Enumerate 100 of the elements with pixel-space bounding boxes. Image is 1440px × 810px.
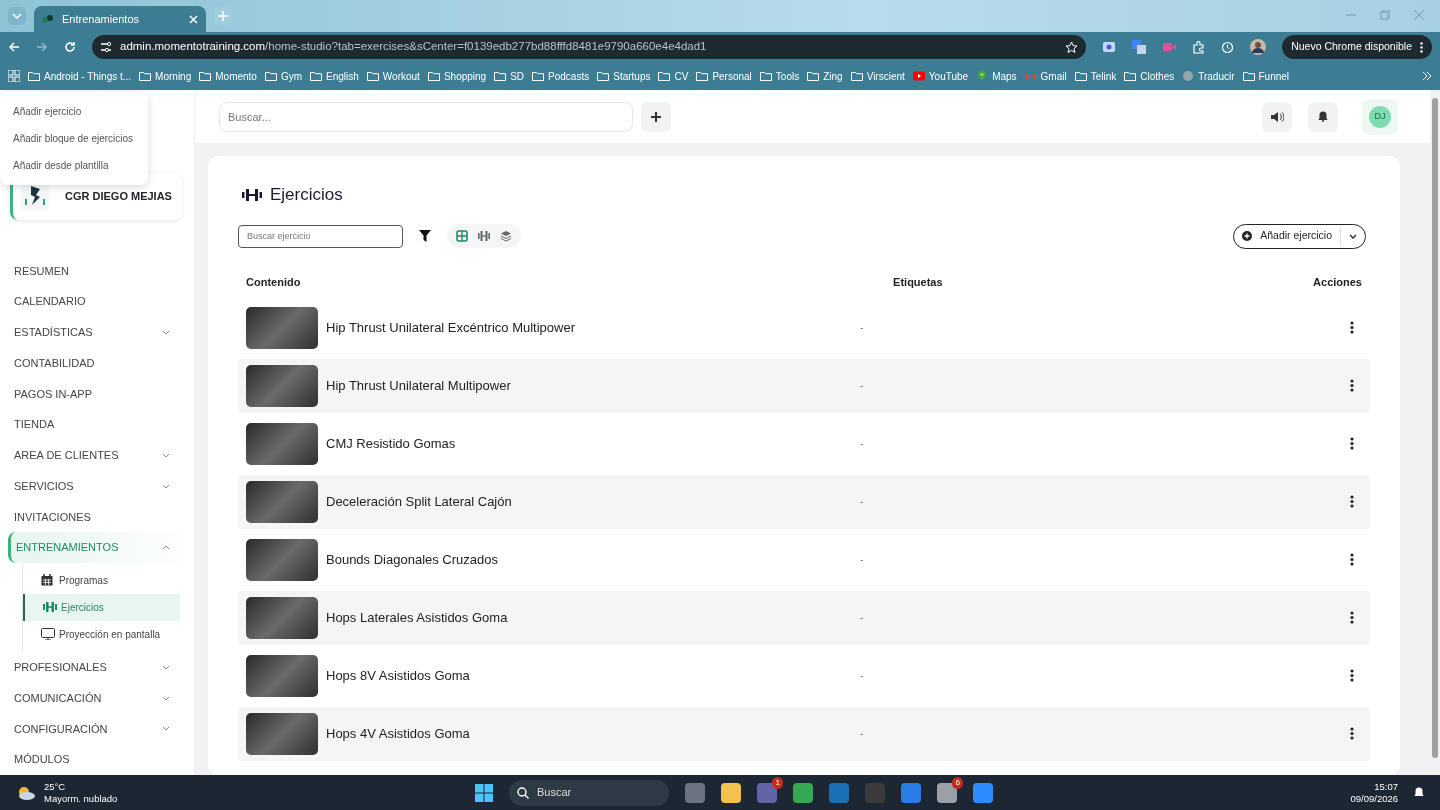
sound-button[interactable] [1262,101,1292,132]
bookmark[interactable]: CV [658,68,689,84]
chevron-down-icon [162,452,170,458]
profile-avatar-icon[interactable] [1250,39,1267,55]
kebab-menu-icon[interactable] [1350,553,1354,567]
sidebar-item[interactable]: PAGOS IN-APP [0,378,194,410]
folder-icon [1074,70,1087,82]
bookmark[interactable]: Gym [264,68,303,84]
sidebar-item[interactable]: MÓDULOS [0,744,194,775]
bookmark[interactable]: Clothes [1124,68,1175,84]
folder-icon [658,70,671,82]
back-icon[interactable] [8,41,20,53]
mail-icon [1024,70,1037,82]
notification-count: 6 [952,776,963,789]
menu-item[interactable]: Añadir bloque de ejercicios [0,125,148,152]
sidebar-item[interactable]: PROFESIONALES [0,652,194,683]
bookmark[interactable]: YouTube [912,68,969,84]
site-settings-icon[interactable] [100,41,112,53]
submenu-item[interactable]: Programas [23,567,180,594]
extensions-icon[interactable] [1192,40,1206,54]
organization-card[interactable]: CGR DIEGO MEJIAS [10,172,182,220]
add-button[interactable] [641,101,671,132]
submenu-item[interactable]: Proyección en pantalla [23,621,180,648]
windows-logo-icon[interactable] [474,783,493,802]
kebab-menu-icon[interactable] [1350,611,1354,625]
sidebar-item[interactable]: SERVICIOS [0,470,194,502]
sidebar-item[interactable]: CONFIGURACIÓN [0,713,194,745]
apps-grid-icon[interactable] [8,70,20,82]
bookmark[interactable]: Startups [597,68,651,84]
star-icon[interactable] [1065,40,1079,54]
sidebar-item[interactable]: TIENDA [0,409,194,441]
chevron-down-icon [162,695,170,701]
bookmark[interactable]: Android - Things t... [28,68,132,84]
bookmark[interactable]: Tools [759,68,800,84]
sidebar-item[interactable]: CALENDARIO [0,286,194,318]
sidebar-item[interactable]: ESTADÍSTICAS [0,317,194,348]
bookmark[interactable]: English [310,68,359,84]
bookmark[interactable]: Funnel [1242,68,1290,84]
sidebar-item[interactable]: AREA DE CLIENTES [0,440,194,471]
bookmark[interactable]: Zing [807,68,843,84]
bookmark[interactable]: Morning [139,68,192,84]
notification-bell-icon[interactable] [1414,787,1424,798]
tag-placeholder: - [860,496,864,508]
table-row[interactable]: Hops Laterales Asistidos Goma - [238,590,1370,645]
scrollbar[interactable] [1430,90,1440,775]
sidebar-item[interactable]: CONTABILIDAD [0,347,194,379]
folder-icon [366,70,379,82]
table-row[interactable]: Deceleración Split Lateral Cajón - [238,474,1370,529]
bookmark[interactable]: Maps [976,68,1017,84]
search-field[interactable]: Buscar ejercicio [238,224,403,248]
address-bar[interactable]: admin.momentotraining.com/home-studio?tab=exercises&sCenter=f0139edb277bd88fffd8481e9790a660e4e4dad1 [92,35,1087,59]
chevrons-right-icon[interactable] [1422,71,1432,81]
weather-temperature: 25°C [44,781,67,793]
app-icon[interactable] [972,782,993,803]
history-icon[interactable] [1221,40,1235,54]
kebab-menu-icon[interactable] [1350,669,1354,683]
submenu-item[interactable]: Ejercicios [23,594,180,621]
table-row[interactable]: CMJ Resistido Gomas - [238,416,1370,471]
app-icon[interactable] [720,782,741,803]
photo-placeholder [246,538,318,581]
table-row[interactable]: Hip Thrust Unilateral Excéntrico Multipower - [238,300,1370,355]
user-avatar[interactable]: DJ [1369,105,1391,128]
photo-placeholder [246,422,318,465]
reload-icon[interactable] [64,41,76,53]
app-icon[interactable] [792,782,813,803]
bookmark[interactable]: Virscient [850,68,905,84]
bookmark[interactable]: Personal [696,68,752,84]
bookmark[interactable]: Momento [199,68,257,84]
update-chrome-button[interactable]: Nuevo Chrome disponible [1282,35,1432,59]
bookmark[interactable]: Workout [366,68,420,84]
bookmark[interactable]: Telink [1074,68,1117,84]
browser-tab[interactable]: Entrenamientos [34,6,206,32]
bookmark[interactable]: Gmail [1024,68,1067,84]
kebab-menu-icon[interactable] [1350,321,1354,335]
kebab-menu-icon[interactable] [1350,495,1354,509]
clock-time: 15:07 [1374,781,1398,793]
chevron-down-icon [162,483,170,489]
sidebar-item[interactable]: RESUMEN [0,255,194,287]
table-row[interactable]: Bounds Diagonales Cruzados - [238,532,1370,587]
table-row[interactable]: Hip Thrust Unilateral Multipower - [238,358,1370,413]
menu-item[interactable]: Añadir ejercicio [0,98,148,125]
map-pin-icon [976,70,989,82]
bookmark[interactable]: SD [494,68,525,84]
notifications-button[interactable] [1308,101,1338,132]
kebab-menu-icon[interactable] [1350,727,1354,741]
table-row[interactable]: Hops 4V Asistidos Goma - [238,706,1370,761]
kebab-menu-icon[interactable] [1350,379,1354,393]
bookmark[interactable]: Traducir [1182,68,1235,84]
app-icon[interactable] [936,782,957,803]
table-row[interactable]: Hops 8V Asistidos Goma - [238,648,1370,703]
bookmark[interactable]: Podcasts [532,68,590,84]
sidebar-item[interactable]: COMUNICACIÓN [0,682,194,714]
bookmark[interactable]: Shopping [427,68,487,84]
app-icon[interactable] [900,782,921,803]
folder-icon [532,70,545,82]
bell-icon [1318,111,1328,123]
filter-icon[interactable] [419,230,431,243]
taskbar-search[interactable]: Buscar [508,779,669,806]
sidebar-item[interactable]: INVITACIONES [0,501,194,533]
kebab-menu-icon[interactable] [1350,437,1354,451]
